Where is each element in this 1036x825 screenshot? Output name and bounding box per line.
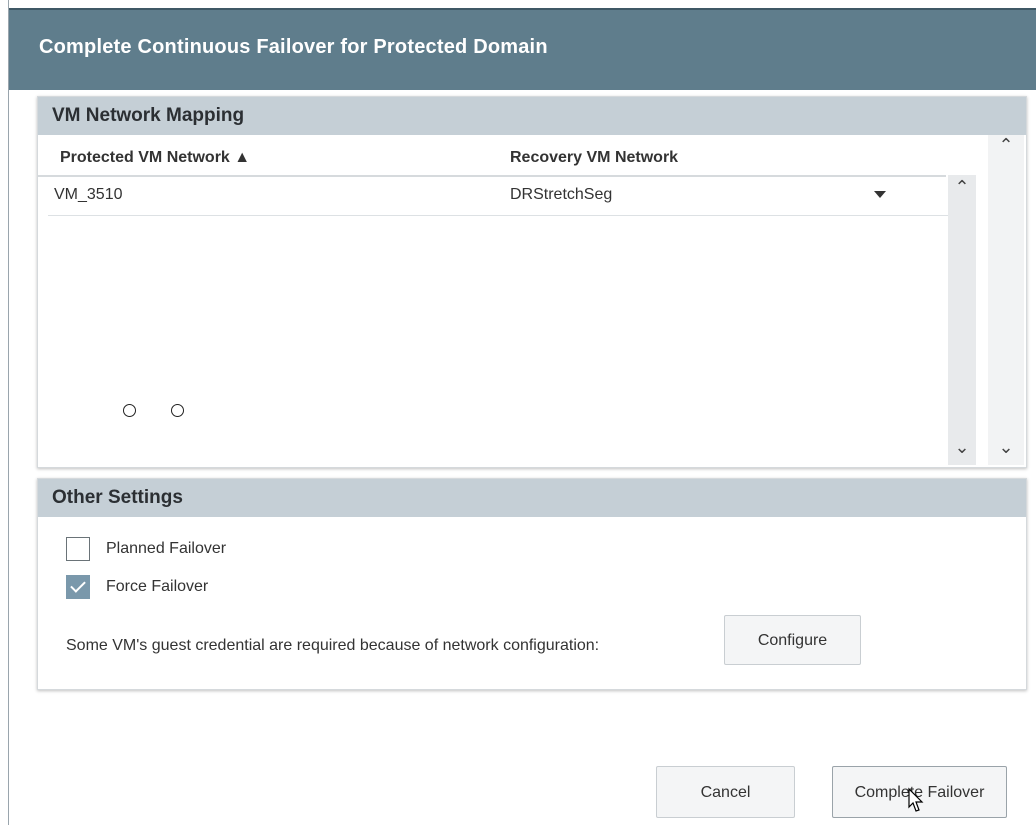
cancel-button[interactable]: Cancel	[656, 766, 795, 818]
vm-network-mapping-header: VM Network Mapping	[38, 97, 1026, 135]
window-edge	[0, 0, 9, 825]
force-failover-checkbox[interactable]	[66, 575, 90, 599]
protected-network-cell: VM_3510	[54, 186, 123, 203]
planned-failover-label: Planned Failover	[106, 540, 227, 557]
configure-button[interactable]: Configure	[724, 615, 861, 665]
chevron-up-icon[interactable]: ⌃	[996, 135, 1016, 156]
chevron-up-icon[interactable]: ⌃	[952, 177, 972, 198]
dialog-body: VM Network Mapping Protected VM Network …	[9, 90, 1036, 825]
mapping-grid-header: Protected VM Network ▲ Recovery VM Netwo…	[38, 135, 946, 177]
chevron-down-icon[interactable]: ⌄	[996, 437, 1016, 458]
chevron-down-icon[interactable]: ⌄	[952, 437, 972, 458]
loading-dot	[171, 404, 184, 417]
other-settings-panel: Other Settings Planned Failover Force Fa…	[37, 478, 1027, 690]
table-row[interactable]: VM_3510 DRStretchSeg	[48, 177, 948, 216]
column-header-protected-network[interactable]: Protected VM Network ▲	[60, 149, 250, 167]
loading-dot	[123, 404, 136, 417]
column-header-recovery-network[interactable]: Recovery VM Network	[510, 149, 678, 167]
force-failover-label: Force Failover	[106, 578, 209, 595]
recovery-network-select[interactable]: DRStretchSeg	[510, 186, 612, 204]
inner-scrollbar[interactable]: ⌃ ⌄	[948, 175, 976, 465]
vm-network-mapping-panel: VM Network Mapping Protected VM Network …	[37, 96, 1027, 468]
other-settings-header: Other Settings	[38, 479, 1026, 517]
pointer-cursor-icon	[908, 787, 924, 812]
dialog-title: Complete Continuous Failover for Protect…	[39, 36, 548, 58]
caret-down-icon[interactable]	[874, 191, 886, 198]
dialog-titlebar: Complete Continuous Failover for Protect…	[9, 8, 1036, 92]
credential-message: Some VM's guest credential are required …	[66, 637, 600, 654]
planned-failover-checkbox[interactable]	[66, 537, 90, 561]
outer-scrollbar[interactable]: ⌃ ⌄	[988, 135, 1024, 465]
